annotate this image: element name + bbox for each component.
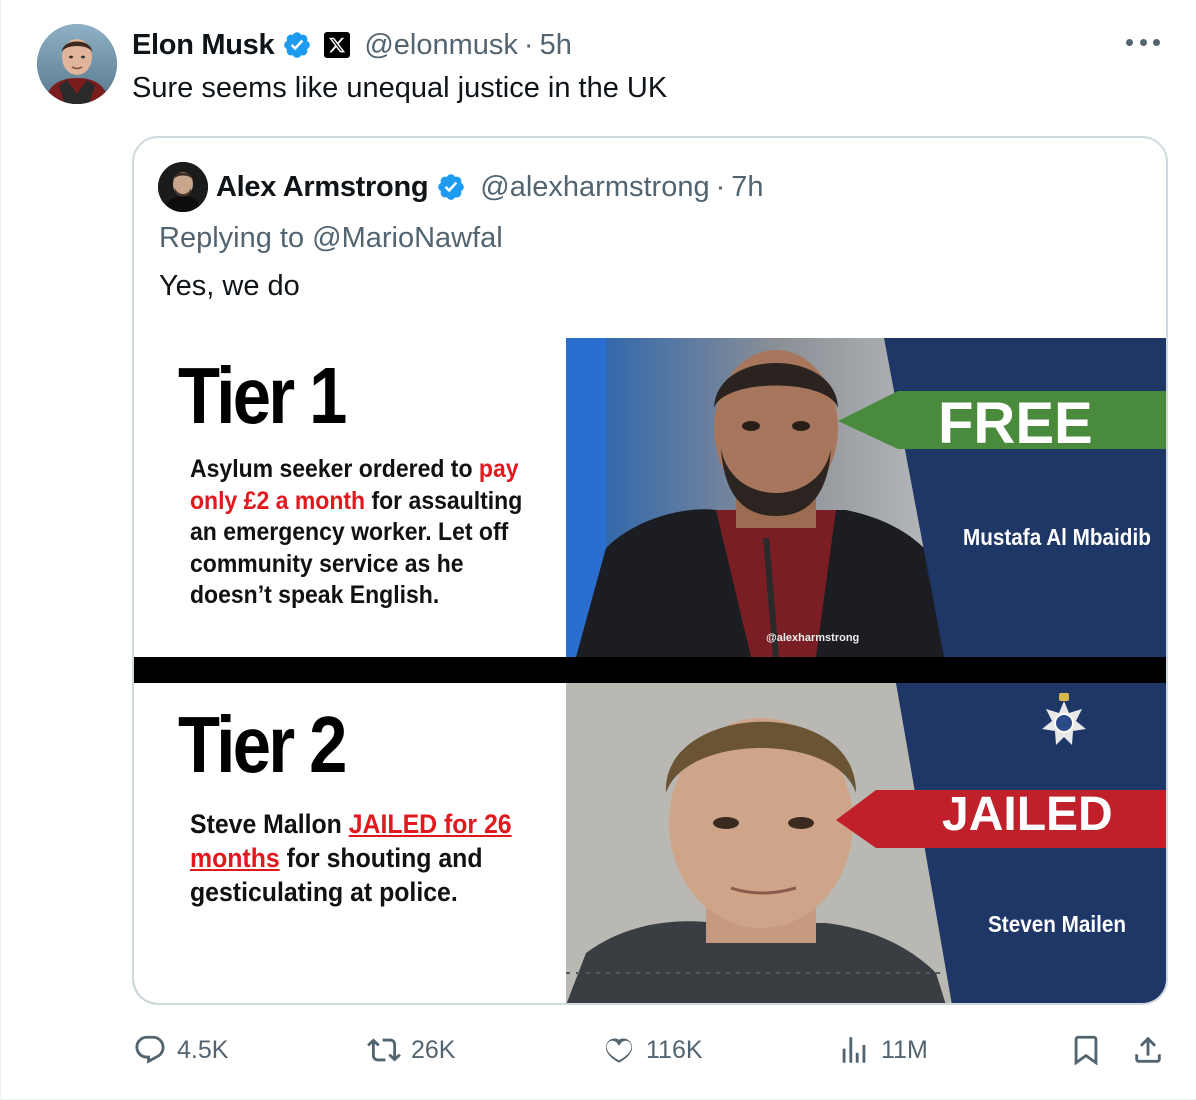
author-name[interactable]: Elon Musk	[132, 29, 275, 62]
reply-count: 4.5K	[177, 1035, 229, 1064]
quoted-tweet[interactable]: Alex Armstrong @alexharmstrong · 7h Repl…	[132, 136, 1168, 1005]
quoted-tweet-text: Yes, we do	[159, 270, 300, 302]
quoted-post-time[interactable]: 7h	[731, 171, 763, 204]
separator-dot: ·	[523, 28, 534, 61]
more-options-icon[interactable]	[1126, 32, 1160, 52]
quoted-tweet-image[interactable]: Tier 1 Asylum seeker ordered to pay only…	[134, 338, 1166, 1003]
quoted-author-handle[interactable]: @alexharmstrong	[480, 171, 709, 204]
reply-mention-link[interactable]: @MarioNawfal	[312, 222, 503, 254]
replying-to-label: Replying to	[159, 222, 313, 254]
views-chart-icon	[842, 1037, 866, 1063]
tier2-body: Steve Mallon JAILED for 26 months for sh…	[190, 807, 521, 909]
views-count: 11M	[881, 1035, 928, 1064]
police-crest-icon	[1042, 693, 1086, 745]
repost-button[interactable]: 26K	[367, 1028, 455, 1072]
verified-badge-icon[interactable]	[436, 172, 466, 202]
separator-dot: ·	[715, 170, 726, 203]
replying-to-line: Replying to @MarioNawfal	[159, 222, 503, 255]
tier1-body: Asylum seeker ordered to pay only £2 a m…	[190, 454, 540, 612]
tier2-panel: Tier 2 Steve Mallon JAILED for 26 months…	[134, 683, 1166, 1003]
author-avatar[interactable]	[37, 24, 117, 104]
tier2-text-area: Tier 2 Steve Mallon JAILED for 26 months…	[134, 683, 566, 1003]
reply-button[interactable]: 4.5K	[133, 1028, 228, 1072]
tier2-body-start: Steve Mallon	[190, 809, 349, 839]
tier2-status-label: JAILED	[942, 788, 1113, 841]
tier1-panel: Tier 1 Asylum seeker ordered to pay only…	[134, 338, 1166, 657]
tier1-text-area: Tier 1 Asylum seeker ordered to pay only…	[134, 338, 566, 657]
tier2-person-name: Steven Mailen	[988, 911, 1127, 937]
tier2-title: Tier 2	[178, 700, 347, 789]
bookmark-icon	[1074, 1035, 1098, 1066]
share-button[interactable]	[1131, 1028, 1165, 1072]
post-time[interactable]: 5h	[540, 29, 572, 62]
heart-icon	[605, 1038, 633, 1063]
tier1-status-label: FREE	[938, 391, 1093, 456]
image-watermark: @alexharmstrong	[766, 632, 860, 644]
x-affiliate-icon[interactable]	[324, 32, 351, 58]
repost-count: 26K	[411, 1035, 456, 1064]
tweet-action-bar: 4.5K 26K 116K 11M	[1, 1028, 1196, 1072]
share-icon	[1135, 1036, 1161, 1063]
tier2-photo: JAILED Steven Mailen	[566, 683, 1166, 1003]
quoted-author-avatar[interactable]	[158, 162, 208, 212]
tier1-title: Tier 1	[178, 351, 347, 440]
like-count: 116K	[646, 1035, 703, 1064]
quoted-author-name[interactable]: Alex Armstrong	[216, 171, 429, 204]
tier1-person-name: Mustafa Al Mbaidib	[963, 524, 1151, 550]
quoted-tweet-header: Alex Armstrong @alexharmstrong · 7h	[216, 168, 764, 206]
reply-icon	[135, 1035, 165, 1064]
tier1-body-start: Asylum seeker ordered to	[190, 455, 479, 483]
tier1-photo: FREE Mustafa Al Mbaidib @alexharmstrong	[566, 338, 1166, 657]
repost-icon	[367, 1038, 401, 1062]
like-button[interactable]: 116K	[602, 1028, 703, 1072]
views-button[interactable]: 11M	[837, 1028, 928, 1072]
tweet-text: Sure seems like unequal justice in the U…	[132, 72, 668, 104]
tweet-header: Elon Musk @elonmusk · 5h	[132, 26, 572, 64]
author-handle[interactable]: @elonmusk	[364, 29, 518, 62]
verified-badge-icon[interactable]	[282, 30, 312, 60]
tweet[interactable]: Elon Musk @elonmusk · 5h Sure seems like…	[0, 0, 1196, 1100]
bookmark-button[interactable]	[1069, 1028, 1103, 1072]
